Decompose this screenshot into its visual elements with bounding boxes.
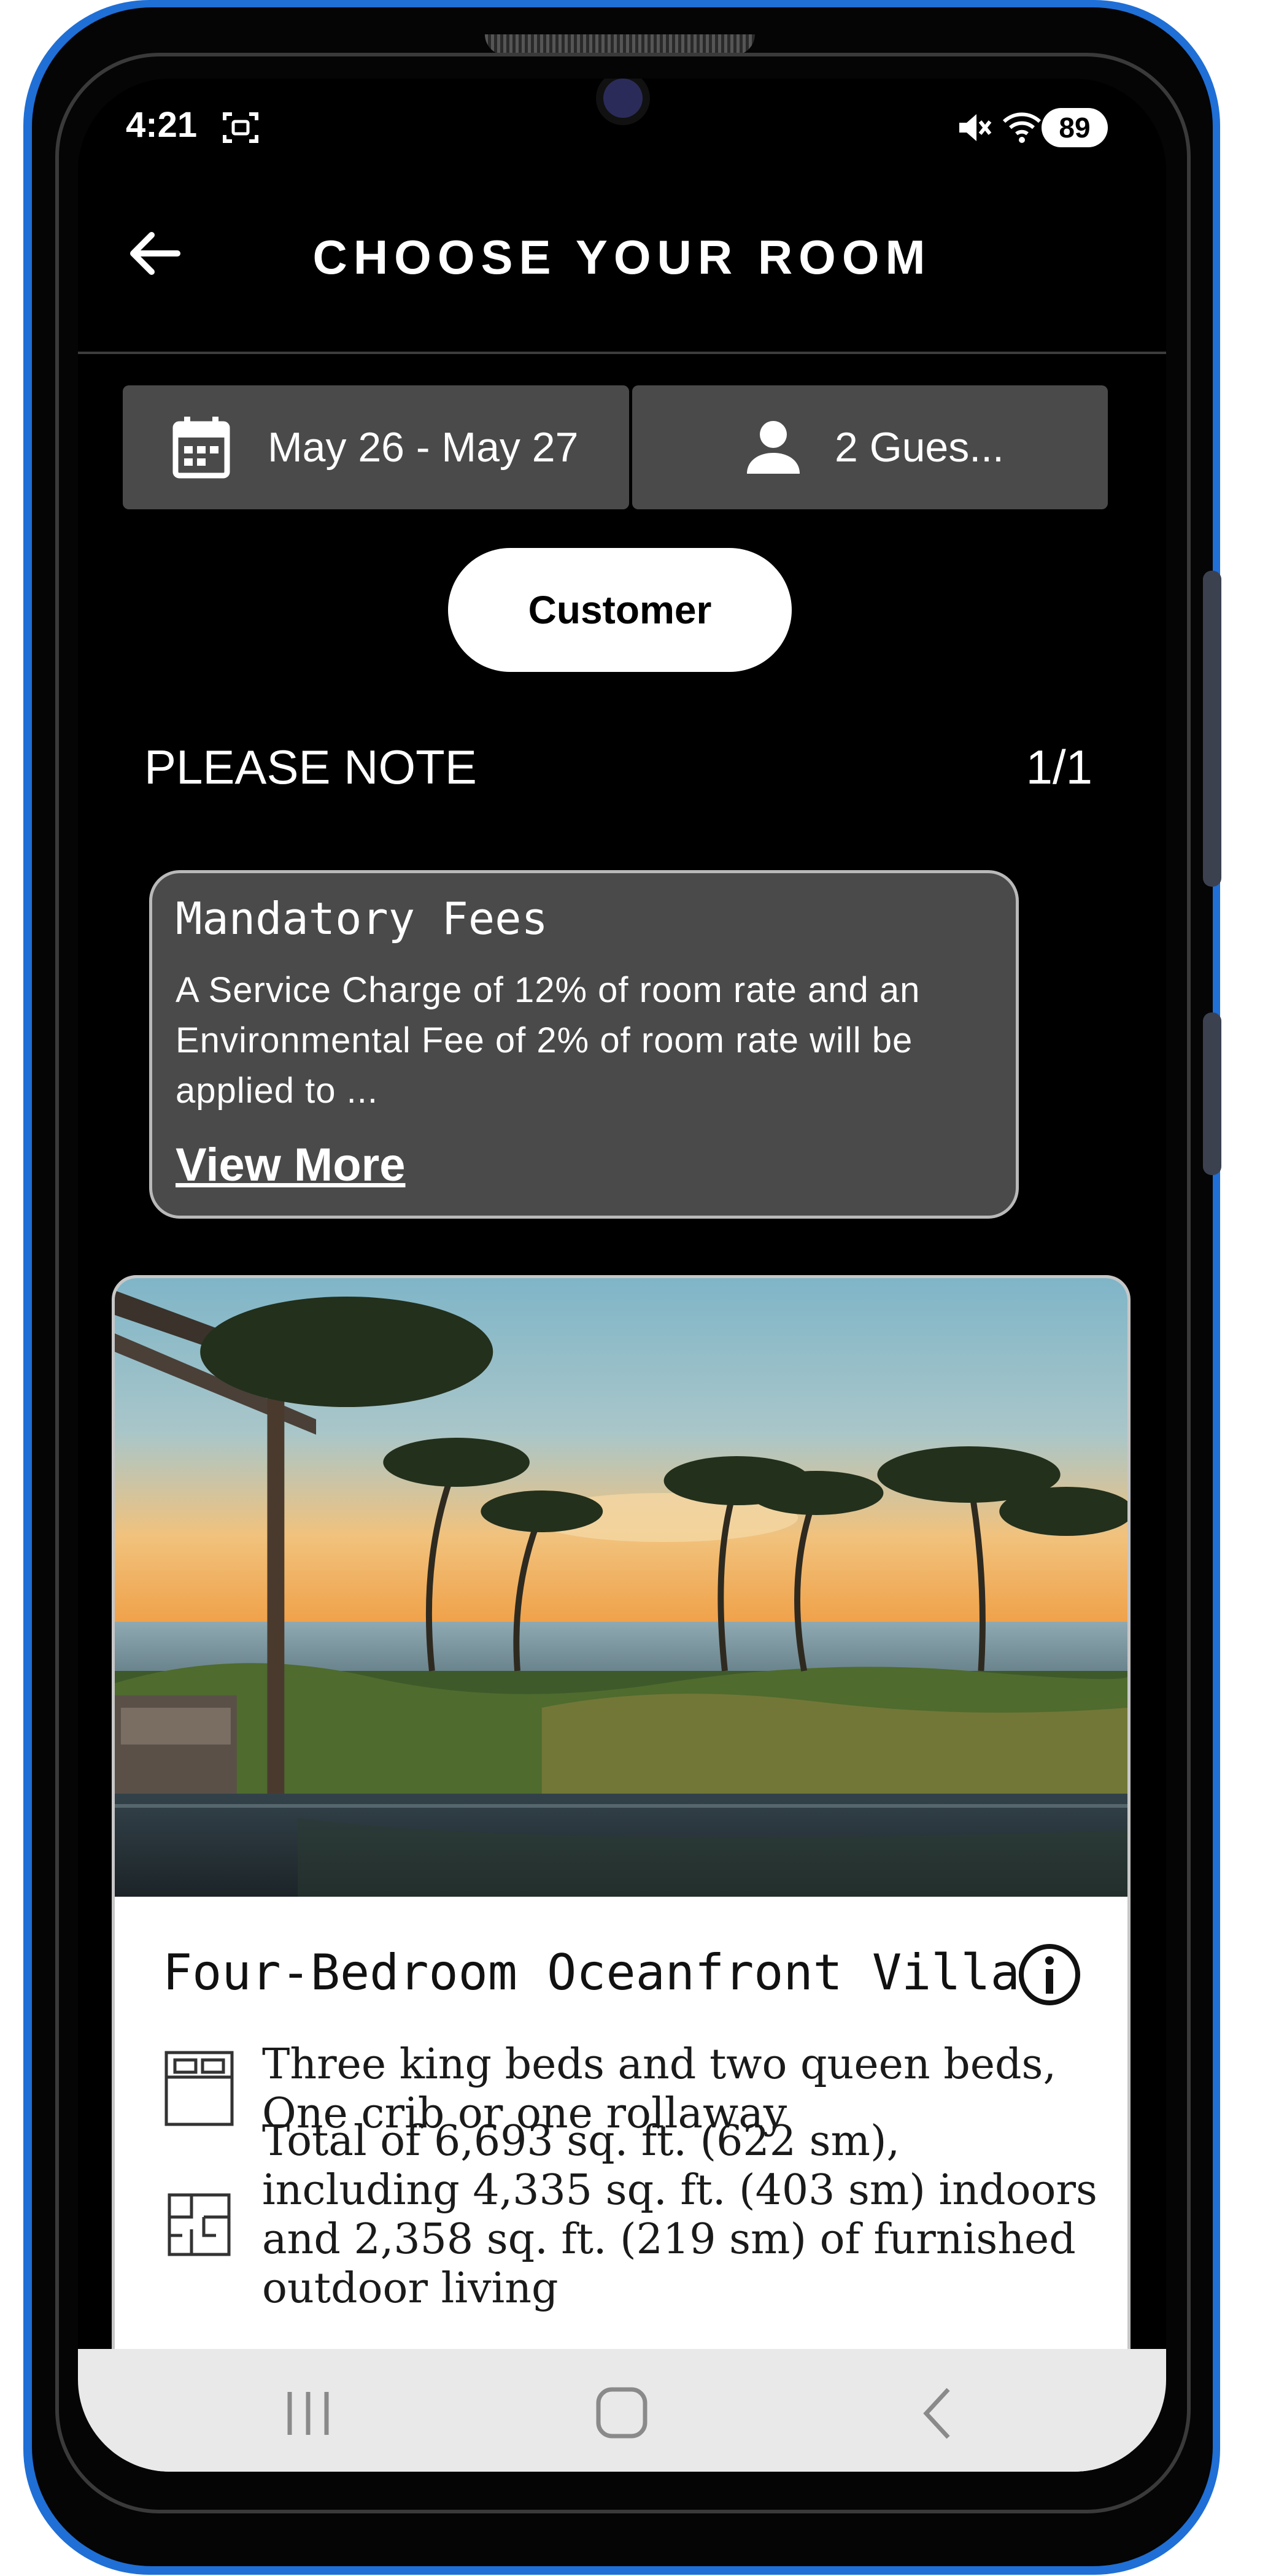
home-icon	[596, 2387, 648, 2439]
room-card[interactable]: Four-Bedroom Oceanfront Villa Three king…	[112, 1275, 1131, 2472]
fee-card-text: A Service Charge of 12% of room rate and…	[176, 970, 921, 1111]
guest-count: 2 Gues...	[835, 424, 1004, 471]
person-icon	[746, 420, 801, 475]
side-button-lower	[1203, 1012, 1221, 1175]
size-line-2: including 4,335 sq. ft. (403 sm) indoors	[262, 2166, 1097, 2215]
customer-rate-button[interactable]: Customer	[448, 548, 792, 672]
speaker-grille	[485, 34, 755, 55]
mute-icon	[956, 109, 992, 149]
room-info-button[interactable]	[1016, 1941, 1083, 2008]
date-selector[interactable]: May 26 - May 27	[123, 385, 629, 509]
room-photo	[115, 1278, 1127, 1897]
size-line-4: outdoor living	[262, 2264, 559, 2313]
recent-apps-icon	[287, 2392, 329, 2435]
phone-screen: 4:21 89 CHOOSE YOUR ROOM May 26 - May 27	[78, 79, 1166, 2472]
battery-badge: 89	[1042, 108, 1108, 147]
back-icon	[923, 2388, 950, 2439]
page-title: CHOOSE YOUR ROOM	[312, 230, 932, 284]
bed-icon	[164, 2050, 234, 2130]
recent-apps-button[interactable]	[271, 2386, 345, 2441]
system-nav-bar	[78, 2349, 1166, 2472]
floorplan-icon	[167, 2192, 231, 2260]
status-bar: 4:21 89	[78, 79, 1166, 177]
app-header: CHOOSE YOUR ROOM	[78, 207, 1166, 306]
info-icon	[1019, 1944, 1080, 2005]
guest-selector[interactable]: 2 Gues...	[632, 385, 1108, 509]
size-description: Total of 6,693 sq. ft. (622 sm), includi…	[262, 2117, 1097, 2313]
wifi-icon	[1002, 108, 1042, 149]
date-range: May 26 - May 27	[268, 424, 579, 471]
bed-line-1: Three king beds and two queen beds,	[262, 2040, 1057, 2089]
note-page-count: 1/1	[1026, 740, 1092, 794]
please-note-heading: PLEASE NOTE	[144, 740, 477, 794]
nav-back-button[interactable]	[900, 2386, 974, 2441]
room-name: Four-Bedroom Oceanfront Villa	[163, 1944, 1020, 2001]
calendar-icon	[172, 415, 231, 479]
size-line-3: and 2,358 sq. ft. (219 sm) of furnished	[262, 2215, 1076, 2264]
fee-card-title: Mandatory Fees	[176, 893, 548, 944]
view-more-link[interactable]: View More	[176, 1138, 406, 1192]
mandatory-fees-card: Mandatory Fees A Service Charge of 12% o…	[149, 870, 1019, 1219]
header-divider	[78, 352, 1166, 354]
size-line-1: Total of 6,693 sq. ft. (622 sm),	[262, 2117, 900, 2165]
home-button[interactable]	[585, 2386, 659, 2441]
screenshot-icon	[222, 110, 259, 148]
status-time: 4:21	[126, 105, 198, 145]
side-button-upper	[1203, 571, 1221, 887]
